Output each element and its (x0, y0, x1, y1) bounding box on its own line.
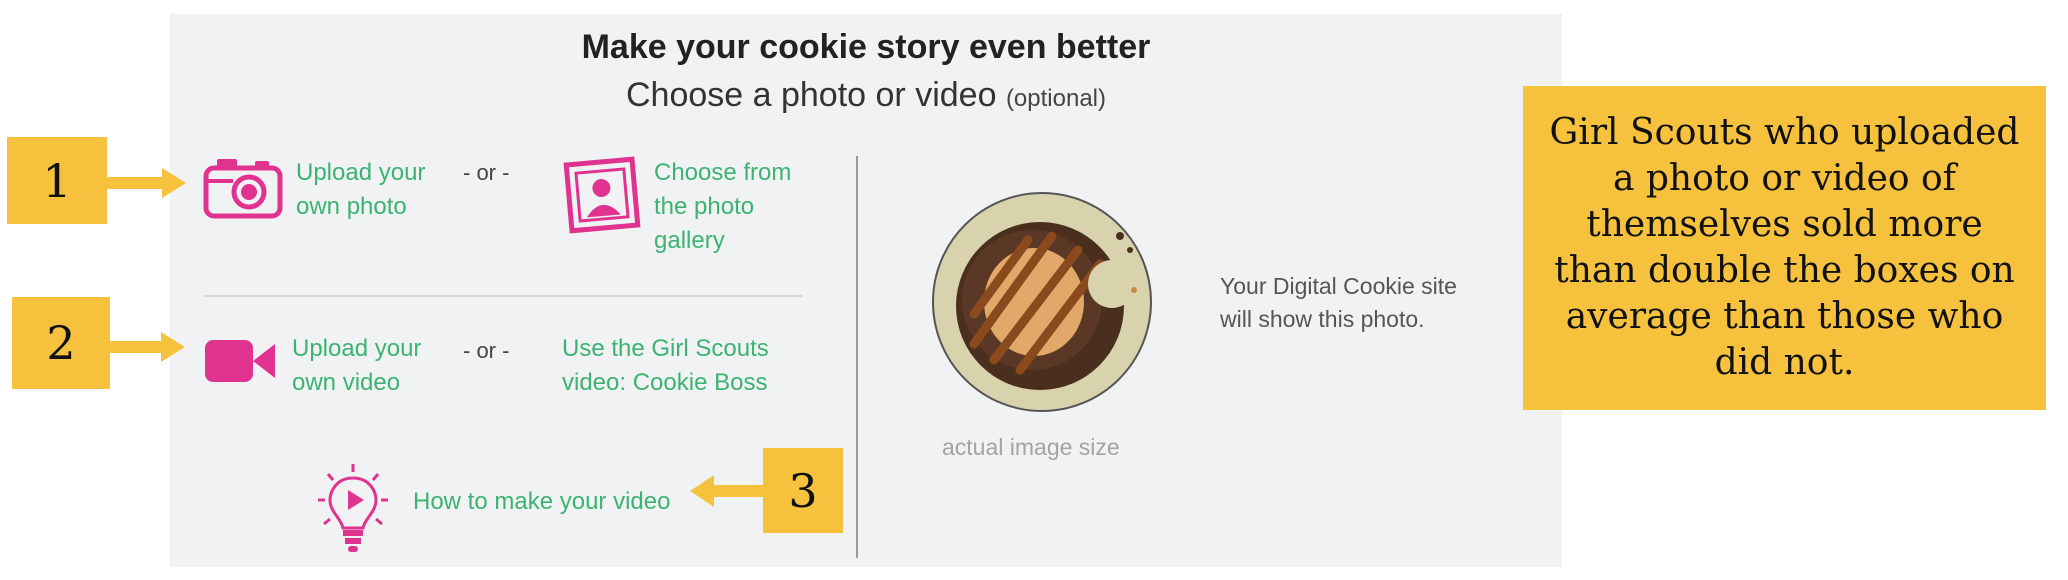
camera-icon[interactable] (203, 154, 283, 225)
cookie-photo-preview (932, 192, 1152, 412)
statistic-note-text: Girl Scouts who uploaded a photo or vide… (1549, 112, 2020, 383)
column-divider (856, 156, 858, 558)
callout-1-number: 1 (42, 153, 72, 208)
upload-photo-link[interactable]: Upload your own photo (296, 156, 446, 224)
callout-3: 3 (763, 448, 843, 533)
video-camera-icon[interactable] (203, 336, 277, 391)
how-to-video-link[interactable]: How to make your video (413, 485, 670, 519)
row-divider (205, 295, 802, 297)
callout-2-number: 2 (46, 316, 76, 370)
subtitle-optional: (optional) (1005, 85, 1106, 112)
callout-1: 1 (7, 137, 107, 224)
or-separator-video: - or - (463, 338, 510, 363)
callout-2: 2 (12, 297, 110, 389)
statistic-note: Girl Scouts who uploaded a photo or vide… (1523, 86, 2046, 410)
panel-title: Make your cookie story even better (581, 28, 1151, 66)
cookie-boss-video-link[interactable]: Use the Girl Scouts video: Cookie Boss (562, 332, 794, 400)
photo-gallery-link[interactable]: Choose from the photo gallery (654, 156, 804, 258)
callout-1-arrow (106, 168, 186, 203)
subtitle-text: Choose a photo or video (626, 76, 997, 114)
upload-video-link[interactable]: Upload your own video (292, 332, 442, 400)
callout-3-arrow (690, 475, 766, 512)
preview-description: Your Digital Cookie site will show this … (1220, 273, 1457, 332)
image-size-label: actual image size (942, 434, 1120, 460)
or-separator-photo: - or - (463, 160, 510, 185)
callout-3-number: 3 (788, 463, 818, 518)
upload-panel: Make your cookie story even better Choos… (170, 14, 1562, 567)
panel-subtitle: Choose a photo or video (optional) (170, 76, 1562, 115)
lightbulb-play-icon[interactable] (316, 462, 390, 563)
callout-2-arrow (109, 332, 185, 367)
photo-gallery-icon[interactable] (563, 156, 641, 239)
